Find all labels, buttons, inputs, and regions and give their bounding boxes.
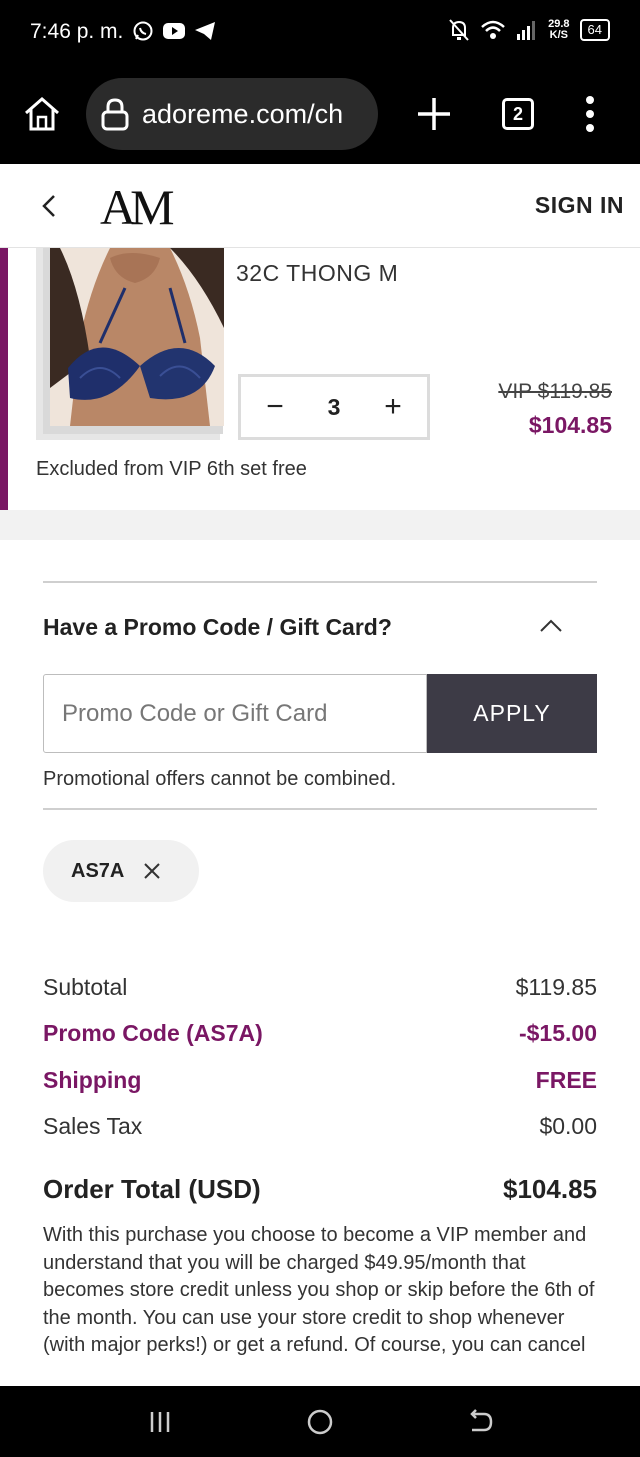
home-icon[interactable] xyxy=(22,94,62,134)
sign-in-link[interactable]: SIGN IN xyxy=(535,192,624,219)
signal-icon xyxy=(517,21,536,40)
browser-toolbar: adoreme.com/ch 2 xyxy=(0,64,640,164)
cart-item: 32C THONG M − 3 + VIP $119.85 $104.85 Ex… xyxy=(0,248,640,510)
promo-value: -$15.00 xyxy=(518,1020,597,1046)
nav-home-icon[interactable] xyxy=(304,1406,336,1438)
site-header: AM SIGN IN xyxy=(0,164,640,248)
tab-switcher-button[interactable]: 2 xyxy=(502,98,534,130)
plus-icon[interactable] xyxy=(412,92,456,136)
original-price: VIP $119.85 xyxy=(498,380,612,403)
product-variant: 32C THONG M xyxy=(236,260,399,286)
divider xyxy=(43,581,597,583)
promo-code-input[interactable] xyxy=(43,674,427,753)
promo-note: Promotional offers cannot be combined. xyxy=(43,768,397,790)
exclusion-note: Excluded from VIP 6th set free xyxy=(36,458,307,480)
divider xyxy=(43,808,597,810)
shipping-label: Shipping xyxy=(43,1067,142,1093)
network-speed: 29.8 K/S xyxy=(548,19,569,41)
shipping-value: FREE xyxy=(535,1067,597,1093)
chevron-up-icon[interactable] xyxy=(538,616,564,634)
more-vert-icon[interactable] xyxy=(578,94,602,134)
promo-heading[interactable]: Have a Promo Code / Gift Card? xyxy=(43,614,392,641)
address-bar[interactable]: adoreme.com/ch xyxy=(86,78,378,150)
promo-label: Promo Code (AS7A) xyxy=(43,1020,263,1046)
applied-promo-code: AS7A xyxy=(71,859,125,882)
nav-back-icon[interactable] xyxy=(464,1406,496,1438)
battery-indicator: 64 xyxy=(579,19,610,41)
section-separator xyxy=(0,510,640,540)
back-chevron-icon[interactable] xyxy=(36,188,64,224)
summary-promo-row: Promo Code (AS7A) -$15.00 xyxy=(43,1020,597,1047)
sale-price: $104.85 xyxy=(528,412,612,438)
close-icon[interactable] xyxy=(142,861,162,881)
whatsapp-icon xyxy=(133,21,153,41)
increase-quantity-button[interactable]: + xyxy=(379,392,407,422)
status-right-icons: 29.8 K/S 64 xyxy=(448,18,610,42)
network-speed-unit: K/S xyxy=(549,29,568,41)
quantity-value: 3 xyxy=(327,393,341,420)
cart-item-accent xyxy=(0,248,8,510)
vip-disclaimer: With this purchase you choose to become … xyxy=(43,1224,595,1356)
quantity-stepper: − 3 + xyxy=(238,374,430,440)
status-bar: 7:46 p. m. 29.8 K/S 64 xyxy=(0,0,640,64)
system-navigation-bar xyxy=(0,1386,640,1457)
url-text: adoreme.com/ch xyxy=(142,98,344,129)
subtotal-label: Subtotal xyxy=(43,974,128,1000)
recents-icon[interactable] xyxy=(144,1406,176,1438)
youtube-icon xyxy=(163,23,185,39)
subtotal-value: $119.85 xyxy=(515,974,597,1000)
summary-total-row: Order Total (USD) $104.85 xyxy=(43,1174,597,1205)
telegram-icon xyxy=(195,22,215,40)
apply-button[interactable]: APPLY xyxy=(427,674,597,753)
summary-tax-row: Sales Tax $0.00 xyxy=(43,1113,597,1140)
mute-icon xyxy=(449,19,469,41)
total-label: Order Total (USD) xyxy=(43,1174,261,1204)
summary-subtotal-row: Subtotal $119.85 xyxy=(43,974,597,1001)
tax-value: $0.00 xyxy=(539,1113,597,1139)
tax-label: Sales Tax xyxy=(43,1113,143,1139)
decrease-quantity-button[interactable]: − xyxy=(261,392,289,422)
applied-promo-chip: AS7A xyxy=(43,840,199,902)
total-value: $104.85 xyxy=(503,1174,597,1204)
summary-shipping-row: Shipping FREE xyxy=(43,1067,597,1094)
wifi-icon xyxy=(481,20,505,39)
notification-icons xyxy=(132,20,216,42)
status-time: 7:46 p. m. xyxy=(30,20,124,43)
site-logo[interactable]: AM xyxy=(100,178,175,236)
lock-icon xyxy=(101,98,129,131)
product-image[interactable] xyxy=(50,248,224,426)
